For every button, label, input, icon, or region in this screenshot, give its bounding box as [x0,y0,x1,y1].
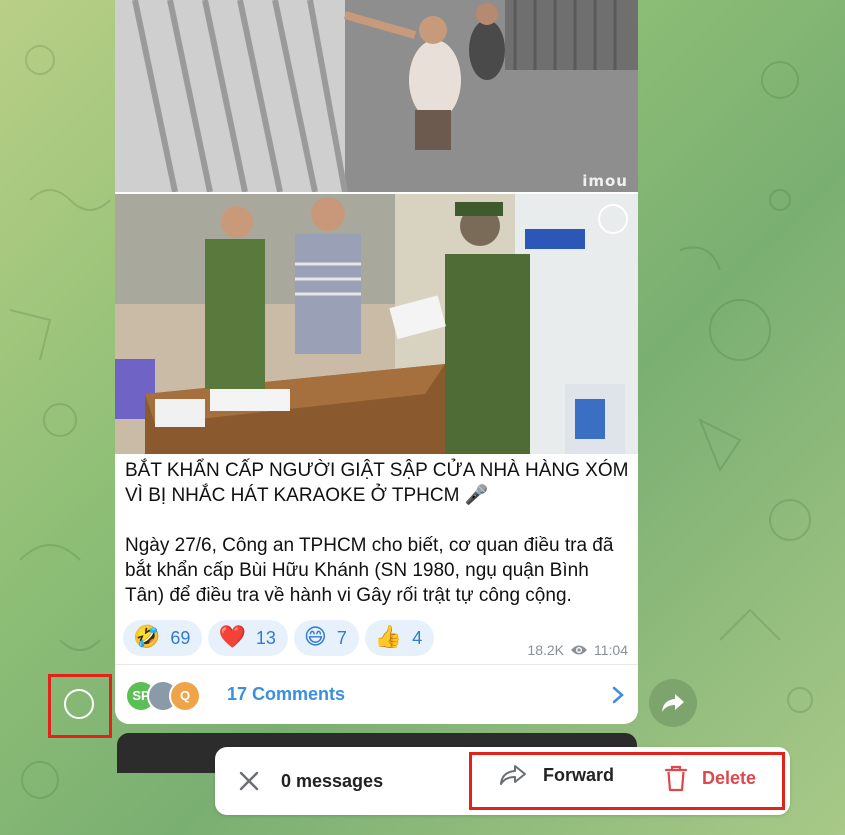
reaction-count: 4 [412,627,423,648]
post-text: BẮT KHẨN CẤP NGƯỜI GIẬT SẬP CỬA NHÀ HÀNG… [125,458,630,608]
view-count: 18.2K [527,642,564,658]
reaction-grin[interactable]: 😄 7 [293,620,359,656]
reaction-heart[interactable]: ❤️ 13 [208,620,288,656]
police-image [115,194,638,454]
avatar: Q [169,679,201,712]
reaction-count: 7 [336,627,347,648]
message-card[interactable]: imou BẮT KHẨN CẤP NGƯỜI GIẬT SẬP CỬA NHÀ… [115,0,638,724]
reaction-thumbs-up[interactable]: 👍 4 [364,620,435,656]
chevron-right-icon [612,686,624,703]
post-photo-police[interactable] [115,194,638,454]
camera-watermark: imou [582,172,628,190]
thumbs-up-icon: 👍 [374,625,403,650]
body-line-2: bắt khẩn cấp Bùi Hữu Khánh (SN 1980, ngụ… [125,560,589,581]
body-line-1: Ngày 27/6, Công an TPHCM cho biết, cơ qu… [125,535,614,556]
close-icon[interactable] [237,769,261,793]
heart-icon: ❤️ [218,625,246,650]
headline-line-2: VÌ BỊ NHẮC HÁT KARAOKE Ở TPHCM 🎤 [125,485,489,506]
share-arrow-icon [662,694,684,712]
quick-forward-button[interactable] [649,679,697,727]
rofl-icon: 🤣 [133,625,161,650]
eye-icon [571,645,587,655]
grin-icon: 😄 [303,625,327,650]
photo-select-checkbox[interactable] [598,204,628,234]
comments-bar[interactable]: SP Q 17 Comments [115,664,638,724]
message-time: 11:04 [594,642,628,658]
highlight-box-actions [469,752,785,810]
reaction-count: 69 [170,627,191,648]
message-meta: 18.2K 11:04 [527,642,628,658]
cctv-image [115,0,638,192]
reactions-row: 🤣 69 ❤️ 13 😄 7 👍 4 [123,620,435,656]
reaction-rofl[interactable]: 🤣 69 [123,620,203,656]
comments-label: 17 Comments [227,684,346,704]
post-photo-cctv[interactable]: imou [115,0,638,192]
headline-line-1: BẮT KHẨN CẤP NGƯỜI GIẬT SẬP CỬA NHÀ HÀNG… [125,460,629,481]
selected-count: 0 messages [281,770,384,791]
highlight-box-select [48,674,112,738]
body-line-3: Tân) để điều tra về hành vi Gây rối trật… [125,585,572,606]
reaction-count: 13 [255,627,276,648]
commenter-avatars: SP Q [125,675,215,715]
